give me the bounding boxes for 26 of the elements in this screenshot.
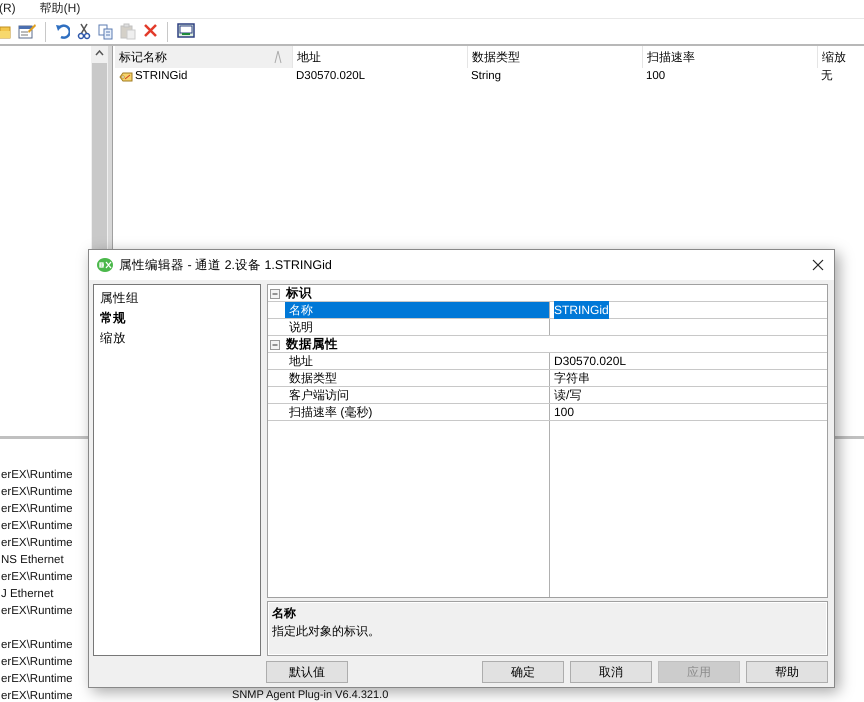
log-line: erEX\Runtime xyxy=(1,518,73,534)
list-heading: 属性组 xyxy=(100,290,140,307)
table-cell-text: String xyxy=(471,69,502,84)
dialog-button: 应用 xyxy=(658,661,740,683)
section-heading: 数据属性 xyxy=(286,336,338,353)
log-line: erEX\Runtime xyxy=(1,484,73,500)
log-line: NS Ethernet xyxy=(1,552,64,568)
log-line: erEX\Runtime xyxy=(1,654,73,670)
description-text: 指定此对象的标识。 xyxy=(272,623,381,640)
log-line: erEX\Runtime xyxy=(1,468,73,483)
section-heading: 标识 xyxy=(286,284,312,302)
description-title: 名称 xyxy=(272,605,297,622)
table-cell-text: STRINGid xyxy=(135,69,188,84)
log-line: erEX\Runtime xyxy=(1,604,73,619)
window-title: 属性编辑器 - 通道 2.设备 1.STRINGid xyxy=(119,256,333,274)
table-cell-text: 无 xyxy=(821,69,833,84)
table-cell-text: D30570.020L xyxy=(296,69,366,84)
log-line: J Ethernet xyxy=(1,586,54,602)
log-line: erEX\Runtime xyxy=(1,638,73,653)
status-text: SNMP Agent Plug-in V6.4.321.0 xyxy=(232,689,388,701)
table-cell-text: 100 xyxy=(646,69,666,84)
log-line: erEX\Runtime xyxy=(1,672,73,687)
log-line: erEX\Runtime xyxy=(1,536,73,551)
log-line: erEX\Runtime xyxy=(1,502,73,517)
log-line: erEX\Runtime xyxy=(1,688,73,702)
log-line: erEX\Runtime xyxy=(1,570,73,585)
